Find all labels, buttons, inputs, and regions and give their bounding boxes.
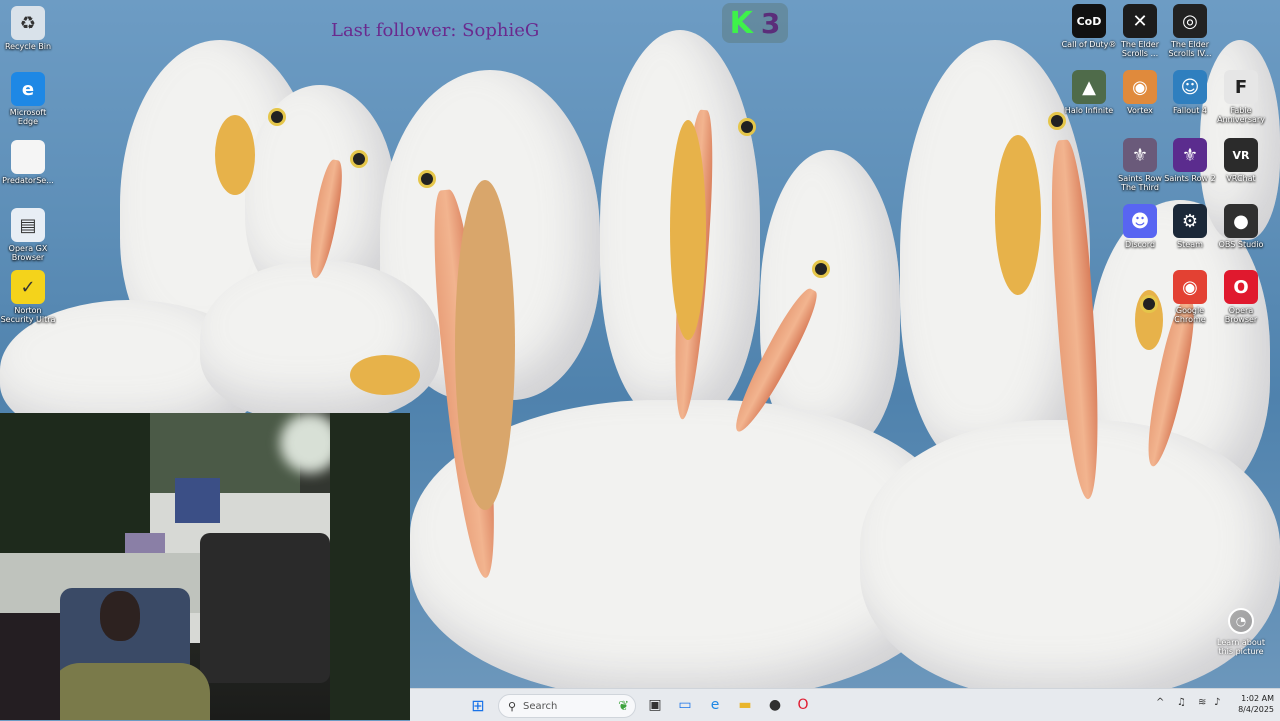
system-clock[interactable]: 1:02 AM 8/4/2025 [1228, 693, 1274, 715]
desktop-icon-label: Fallout 4 [1173, 106, 1207, 115]
call-of-duty-icon: CoD [1072, 4, 1106, 38]
file-explorer-button[interactable]: ▬ [734, 694, 756, 716]
desktop-icon-recycle-bin[interactable]: ♻ Recycle Bin [0, 6, 56, 51]
desktop-icon-label: OBS Studio [1218, 240, 1264, 249]
opera-taskbar-icon: O [797, 697, 809, 713]
vortex-icon: ◉ [1123, 70, 1157, 104]
elder-scrolls-icon: ✕ [1123, 4, 1157, 38]
desktop-icon-norton[interactable]: ✓ Norton Security Ultra [0, 270, 56, 324]
recycle-bin-icon: ♻ [11, 6, 45, 40]
stream-logo: K 3 [722, 3, 788, 43]
desktop-icon-label: Saints Row 2 [1164, 174, 1216, 183]
desktop-icon-halo[interactable]: ▲ Halo Infinite [1061, 70, 1117, 115]
desktop-icon-label: VRChat [1226, 174, 1256, 183]
widgets-icon: ❦ [618, 698, 629, 714]
desktop-icon-label: Discord [1124, 240, 1156, 249]
desktop-icon-label: Steam [1177, 240, 1203, 249]
steam-icon: ⚙ [1173, 204, 1207, 238]
desktop-icon-opera[interactable]: O Opera Browser [1213, 270, 1269, 324]
desktop-icon-oblivion[interactable]: ◎ The Elder Scrolls IV... [1162, 4, 1218, 58]
taskbar: ⊞ ⚲ Search ❦ ▣ ▭ e ▬ ● O ^ ♫ ≋ ♪ 1:02 AM 8/4/202… [410, 688, 1280, 721]
search-placeholder: Search [523, 700, 558, 712]
obs-icon: ● [1224, 204, 1258, 238]
clock-date: 8/4/2025 [1238, 705, 1274, 714]
saints-row-3-icon: ⚜ [1123, 138, 1157, 172]
desktop-icon-label: The Elder Scrolls IV... [1168, 40, 1212, 58]
last-follower-text: Last follower: SophieG [331, 20, 540, 41]
vrchat-icon: VR [1224, 138, 1258, 172]
task-view-button[interactable]: ▣ [644, 694, 666, 716]
learn-about-picture-label: Learn about this picture [1217, 638, 1265, 656]
desktop-icon-label: Call of Duty® [1061, 40, 1117, 49]
clock-time: 1:02 AM [1241, 694, 1274, 703]
fallout-icon: ☺ [1173, 70, 1207, 104]
chevron-up-icon[interactable]: ^ [1156, 697, 1164, 708]
desktop-icon-label: Google Chrome [1174, 306, 1206, 324]
opera-taskbar-button[interactable]: O [792, 694, 814, 716]
learn-about-picture[interactable]: ◔ Learn about this picture [1215, 608, 1267, 656]
desktop-icon-opera-gx[interactable]: ▤ Opera GX Browser [0, 208, 56, 262]
desktop-icon-call-of-duty[interactable]: CoD Call of Duty® [1061, 4, 1117, 49]
window-button[interactable]: ▭ [674, 694, 696, 716]
desktop-icon-discord[interactable]: ☻ Discord [1112, 204, 1168, 249]
saints-row-2-icon: ⚜ [1173, 138, 1207, 172]
desktop-icon-saints-row-2[interactable]: ⚜ Saints Row 2 [1162, 138, 1218, 183]
edge-taskbar-icon: e [710, 697, 720, 713]
desktop-icon-vrchat[interactable]: VR VRChat [1213, 138, 1269, 183]
opera-icon: O [1224, 270, 1258, 304]
window-icon: ▭ [678, 697, 692, 713]
webcam-feed [0, 413, 410, 720]
microphone-icon[interactable]: ♫ [1177, 697, 1186, 708]
desktop-icon-saints-row-3[interactable]: ⚜ Saints Row The Third [1112, 138, 1168, 192]
file-icon [11, 140, 45, 174]
wifi-icon[interactable]: ≋ [1198, 697, 1206, 708]
discord-icon: ☻ [1123, 204, 1157, 238]
halo-icon: ▲ [1072, 70, 1106, 104]
desktop-icon-label: Vortex [1127, 106, 1153, 115]
obs-taskbar-icon: ● [768, 697, 782, 713]
search-icon: ⚲ [507, 699, 517, 713]
obs-taskbar-button[interactable]: ● [764, 694, 786, 716]
desktop-icon-label: Opera Browser [1224, 306, 1258, 324]
oblivion-icon: ◎ [1173, 4, 1207, 38]
desktop-icon-label: Fable Anniversary [1217, 106, 1265, 124]
logo-number: 3 [760, 6, 781, 40]
norton-icon: ✓ [11, 270, 45, 304]
desktop-icon-label: Microsoft Edge [9, 108, 47, 126]
desktop-icon-label: Norton Security Ultra [0, 306, 56, 324]
logo-letter: K [729, 5, 753, 41]
desktop-icon-label: PredatorSe... [2, 176, 54, 185]
edge-icon: e [11, 72, 45, 106]
desktop-icon-label: The Elder Scrolls ... [1121, 40, 1159, 58]
speaker-icon[interactable]: ♪ [1214, 697, 1220, 708]
desktop-icon-edge[interactable]: e Microsoft Edge [0, 72, 56, 126]
chrome-icon: ◉ [1173, 270, 1207, 304]
desktop-icon-obs[interactable]: ● OBS Studio [1213, 204, 1269, 249]
edge-taskbar-button[interactable]: e [704, 694, 726, 716]
start-button[interactable]: ⊞ [467, 694, 489, 716]
desktop-icon-label: Opera GX Browser [8, 244, 48, 262]
camera-icon: ◔ [1228, 608, 1254, 634]
desktop-icon-label: Recycle Bin [4, 42, 52, 51]
desktop-icon-vortex[interactable]: ◉ Vortex [1112, 70, 1168, 115]
desktop-icon-fable[interactable]: F Fable Anniversary [1213, 70, 1269, 124]
fable-icon: F [1224, 70, 1258, 104]
desktop-icon-label: Halo Infinite [1064, 106, 1114, 115]
desktop-icon-file[interactable]: PredatorSe... [0, 140, 56, 185]
desktop-icon-elder-scrolls[interactable]: ✕ The Elder Scrolls ... [1112, 4, 1168, 58]
desktop-icon-fallout[interactable]: ☺ Fallout 4 [1162, 70, 1218, 115]
desktop-icon-chrome[interactable]: ◉ Google Chrome [1162, 270, 1218, 324]
opera-gx-icon: ▤ [11, 208, 45, 242]
taskbar-search[interactable]: ⚲ Search ❦ [498, 694, 636, 718]
desktop-icon-label: Saints Row The Third [1118, 174, 1162, 192]
file-explorer-icon: ▬ [738, 697, 752, 713]
task-view-icon: ▣ [648, 697, 662, 713]
start-icon: ⊞ [471, 695, 485, 715]
desktop-icon-steam[interactable]: ⚙ Steam [1162, 204, 1218, 249]
